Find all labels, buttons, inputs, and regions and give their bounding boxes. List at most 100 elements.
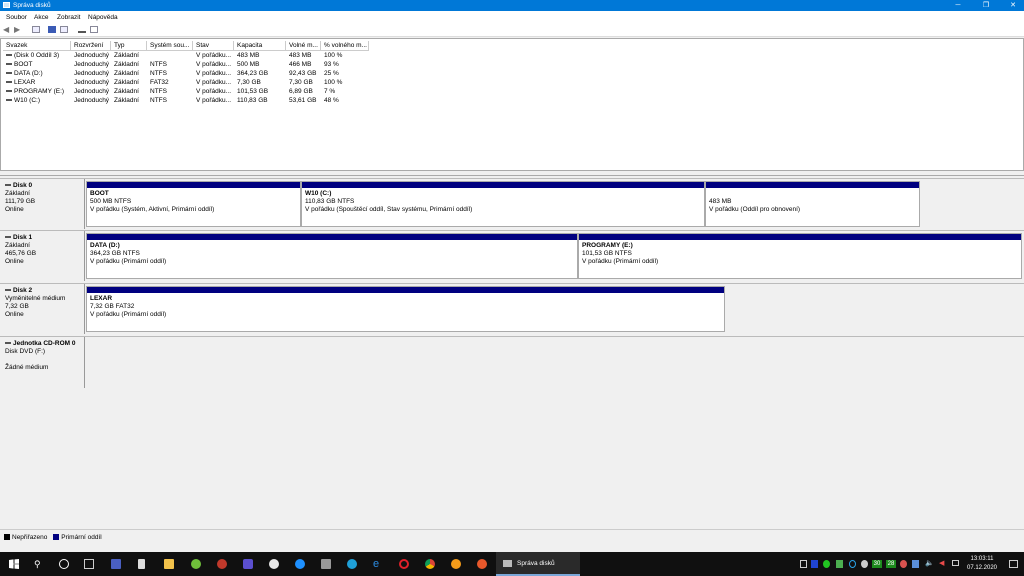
table-cell: 48 % — [321, 96, 369, 105]
tray-green-icon[interactable] — [823, 560, 830, 568]
column-header[interactable]: Kapacita — [234, 41, 286, 51]
partition[interactable]: W10 (C:) 110,83 GB NTFS V pořádku (Spouště… — [301, 181, 705, 227]
menu-soubor[interactable]: Soubor — [6, 14, 27, 21]
task-view-icon[interactable] — [84, 559, 94, 569]
tray-blue-icon[interactable] — [811, 560, 818, 568]
disk-label[interactable]: Disk 1 Základní 465,76 GB Online — [0, 231, 85, 281]
notepad-icon[interactable] — [138, 559, 145, 569]
table-cell: 483 MB — [234, 51, 286, 60]
network-icon[interactable] — [952, 560, 959, 566]
table-row[interactable]: DATA (D:) Jednoduchý Základní NTFS V pořádku… — [1, 69, 1021, 78]
list-view-icon[interactable] — [90, 26, 98, 33]
cell-text: BOOT — [14, 61, 33, 68]
table-cell: BOOT — [3, 60, 71, 69]
column-header[interactable]: Stav — [193, 41, 234, 51]
disk-icon[interactable] — [78, 26, 86, 33]
table-cell: (Disk 0 Oddíl 3) — [3, 51, 71, 60]
speaker-red-icon[interactable]: ◀ — [939, 559, 944, 567]
column-header[interactable]: Systém sou... — [147, 41, 193, 51]
partition[interactable]: LEXAR 7,32 GB FAT32 V pořádku (Primární od… — [86, 286, 725, 332]
cortana-icon[interactable] — [59, 559, 69, 569]
table-row[interactable]: PROGRAMY (E:) Jednoduchý Základní NTFS V poř… — [1, 87, 1021, 96]
table-row[interactable]: (Disk 0 Oddíl 3) Jednoduchý Základní V pořá… — [1, 51, 1021, 60]
wordpress-icon[interactable] — [861, 560, 868, 568]
table-cell: FAT32 — [147, 78, 193, 87]
disk-row: Disk 1 Základní 465,76 GB Online DATA (D:) 36… — [0, 230, 1024, 281]
disk-name: Disk 2 — [13, 287, 33, 294]
table-cell: NTFS — [147, 69, 193, 78]
app-compass-icon[interactable] — [269, 559, 279, 569]
table-row[interactable]: BOOT Jednoduchý Základní NTFS V pořádku... 50… — [1, 60, 1021, 69]
table-cell: 466 MB — [286, 60, 321, 69]
tray-app-icon[interactable] — [912, 560, 919, 568]
column-header[interactable]: Svazek — [3, 41, 71, 51]
tray-color-icon[interactable] — [900, 560, 907, 568]
column-header[interactable]: Typ — [111, 41, 147, 51]
volume-icon[interactable]: 🔈 — [925, 559, 934, 567]
internet-explorer-icon[interactable]: e — [373, 559, 383, 570]
partition[interactable]: 483 MB V pořádku (Oddíl pro obnovení) — [705, 181, 920, 227]
column-header[interactable]: % volného m... — [321, 41, 369, 51]
forward-icon[interactable]: ▶ — [14, 26, 22, 34]
partition-size: 7,32 GB FAT32 — [90, 303, 135, 310]
minimize-button[interactable]: ─ — [948, 1, 968, 10]
opera-icon[interactable] — [399, 559, 409, 569]
help-icon[interactable] — [48, 26, 56, 33]
chrome-icon[interactable] — [425, 559, 435, 569]
start-icon[interactable] — [9, 559, 19, 569]
cell-text: Základní — [114, 61, 139, 68]
menu-akce[interactable]: Akce — [34, 14, 48, 21]
console-tree-icon[interactable] — [32, 26, 40, 33]
file-explorer-icon[interactable] — [164, 559, 174, 569]
usb-icon[interactable] — [800, 560, 807, 568]
back-icon[interactable]: ◀ — [3, 26, 11, 34]
clock[interactable]: 13:03:11 07.12.2020 — [962, 555, 1002, 573]
search-icon[interactable]: ⚲ — [34, 559, 41, 570]
app-blue-download-icon[interactable] — [295, 559, 305, 569]
table-cell: V pořádku... — [193, 78, 234, 87]
partition-size: 101,53 GB NTFS — [582, 250, 632, 257]
volume-icon — [6, 99, 12, 102]
close-button[interactable]: ✕ — [1003, 1, 1023, 10]
disk-label[interactable]: Jednotka CD-ROM 0 Disk DVD (F:) Žádné méd… — [0, 337, 85, 388]
disk-label[interactable]: Disk 2 Vyměnitelné médium 7,32 GB Online — [0, 284, 85, 334]
notifications-icon[interactable] — [1009, 560, 1018, 568]
brave-icon[interactable] — [451, 559, 461, 569]
partition[interactable]: DATA (D:) 364,23 GB NTFS V pořádku (Primár… — [86, 233, 578, 279]
volume-icon — [6, 63, 12, 66]
calculator-icon[interactable] — [321, 559, 331, 569]
table-cell: 483 MB — [286, 51, 321, 60]
partition[interactable]: PROGRAMY (E:) 101,53 GB NTFS V pořádku (Pr… — [578, 233, 1022, 279]
table-cell: 6,89 GB — [286, 87, 321, 96]
app-red-icon[interactable] — [217, 559, 227, 569]
app-green-icon[interactable] — [191, 559, 201, 569]
taskbar-app-disk-management[interactable]: Správa disků — [496, 552, 580, 576]
table-cell: Jednoduchý — [71, 78, 111, 87]
partition[interactable]: BOOT 500 MB NTFS V pořádku (Systém, Aktivn… — [86, 181, 301, 227]
table-cell: Základní — [111, 69, 147, 78]
table-row[interactable]: W10 (C:) Jednoduchý Základní NTFS V pořádku.… — [1, 96, 1021, 105]
download-icon[interactable] — [243, 559, 253, 569]
column-header[interactable]: Rozvržení — [71, 41, 111, 51]
cell-text: 93 % — [324, 61, 339, 68]
menu-zobrazit[interactable]: Zobrazit — [57, 14, 80, 21]
cell-text: 7,30 GB — [289, 79, 313, 86]
tray-network-icon[interactable] — [836, 560, 843, 568]
table-cell: Jednoduchý — [71, 69, 111, 78]
maximize-button[interactable]: ❐ — [976, 1, 996, 10]
partition-status: V pořádku (Primární oddíl) — [90, 311, 167, 318]
properties-icon[interactable] — [60, 26, 68, 33]
tray-badge-28[interactable]: 28 — [886, 560, 896, 568]
table-row[interactable]: LEXAR Jednoduchý Základní FAT32 V pořádku...… — [1, 78, 1021, 87]
save-app-icon[interactable] — [111, 559, 121, 569]
unallocated-swatch — [4, 534, 10, 541]
disk-type: Základní — [5, 242, 30, 249]
column-header[interactable]: Volné m... — [286, 41, 321, 51]
menu-napoveda[interactable]: Nápověda — [88, 14, 118, 21]
firefox-icon[interactable] — [477, 559, 487, 569]
tray-c-icon[interactable] — [849, 560, 856, 568]
disk-label[interactable]: Disk 0 Základní 111,79 GB Online — [0, 179, 85, 229]
table-cell: Základní — [111, 51, 147, 60]
tray-badge-30[interactable]: 30 — [872, 560, 882, 568]
edge-icon[interactable] — [347, 559, 357, 569]
